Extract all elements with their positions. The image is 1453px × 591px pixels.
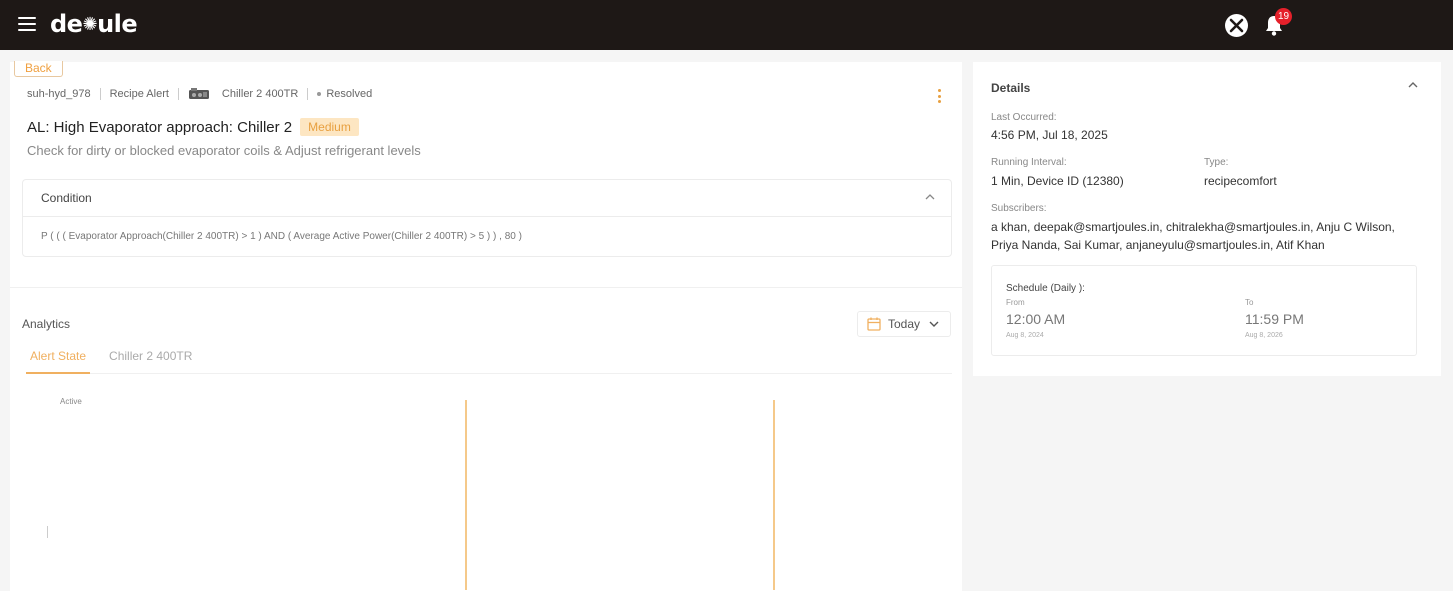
alert-category: Recipe Alert <box>109 88 169 100</box>
schedule-from-date: Aug 8, 2024 <box>1006 332 1044 339</box>
last-occurred-value: 4:56 PM, Jul 18, 2025 <box>991 128 1108 142</box>
subscribers-label: Subscribers: <box>991 203 1047 214</box>
tools-icon[interactable] <box>1225 14 1248 37</box>
back-button[interactable]: Back <box>14 61 63 77</box>
calendar-icon <box>867 317 881 331</box>
schedule-to-time: 11:59 PM <box>1245 311 1304 327</box>
chart-y-label: Active <box>60 397 82 406</box>
schedule-from-time: 12:00 AM <box>1006 311 1066 327</box>
separator <box>99 88 101 100</box>
severity-badge: Medium <box>300 118 359 136</box>
schedule-from-label: From <box>1006 298 1025 307</box>
alert-meta-row: suh-hyd_978 Recipe Alert Chiller 2 400TR… <box>27 87 372 101</box>
chevron-down-icon <box>929 321 939 327</box>
alert-title-row: AL: High Evaporator approach: Chiller 2 … <box>27 118 359 136</box>
running-interval-label: Running Interval: <box>991 157 1067 168</box>
alert-title: AL: High Evaporator approach: Chiller 2 <box>27 118 293 136</box>
condition-section: Condition P ( ( ( Evaporator Approach(Ch… <box>22 179 952 257</box>
hamburger-menu-icon[interactable] <box>18 17 36 33</box>
schedule-title: Schedule (Daily ): <box>1006 283 1085 294</box>
details-title: Details <box>991 81 1031 95</box>
condition-header[interactable]: Condition <box>23 180 951 217</box>
schedule-to-date: Aug 8, 2026 <box>1245 332 1283 339</box>
details-panel: Details Last Occurred: 4:56 PM, Jul 18, … <box>973 62 1441 376</box>
analytics-title: Analytics <box>22 317 71 331</box>
alert-status: Resolved <box>326 88 373 100</box>
alert-state-chart: Active <box>22 390 952 590</box>
date-range-picker[interactable]: Today <box>857 311 951 337</box>
chevron-up-icon[interactable] <box>1407 80 1419 90</box>
last-occurred-label: Last Occurred: <box>991 112 1057 123</box>
date-range-value: Today <box>888 317 921 331</box>
alert-id: suh-hyd_978 <box>27 88 91 100</box>
chiller-icon <box>188 88 209 99</box>
alert-asset: Chiller 2 400TR <box>221 88 299 100</box>
type-value: recipecomfort <box>1204 174 1277 188</box>
section-divider <box>10 287 962 288</box>
tab-chiller-2-400tr[interactable]: Chiller 2 400TR <box>105 342 196 374</box>
alert-description: Check for dirty or blocked evaporator co… <box>27 143 421 158</box>
type-label: Type: <box>1204 157 1229 168</box>
tab-alert-state[interactable]: Alert State <box>26 342 91 374</box>
separator <box>177 88 179 100</box>
alert-detail-panel: Back suh-hyd_978 Recipe Alert Chiller 2 … <box>10 61 962 591</box>
running-interval-value: 1 Min, Device ID (12380) <box>991 174 1124 188</box>
schedule-to-label: To <box>1245 298 1254 307</box>
status-dot <box>317 92 322 96</box>
analytics-tabs: Alert State Chiller 2 400TR <box>26 342 952 374</box>
chart-tick-mark <box>47 526 48 538</box>
more-options-icon[interactable] <box>934 89 944 103</box>
subscribers-value: a khan, deepak@smartjoules.in, chitralek… <box>991 220 1395 252</box>
notification-count-badge: 19 <box>1275 8 1293 25</box>
sun-logo-icon: ✺ <box>82 14 98 35</box>
chevron-up-icon <box>925 194 935 200</box>
chart-event-line <box>773 400 775 590</box>
top-bar: de✺ule 19 <box>0 0 1453 50</box>
schedule-card: Schedule (Daily ): From 12:00 AM Aug 8, … <box>991 265 1417 356</box>
separator <box>307 88 309 100</box>
chart-event-line <box>465 400 467 590</box>
condition-title: Condition <box>41 191 92 205</box>
dejoule-logo[interactable]: de✺ule <box>50 10 138 38</box>
condition-expression: P ( ( ( Evaporator Approach(Chiller 2 40… <box>41 231 522 242</box>
